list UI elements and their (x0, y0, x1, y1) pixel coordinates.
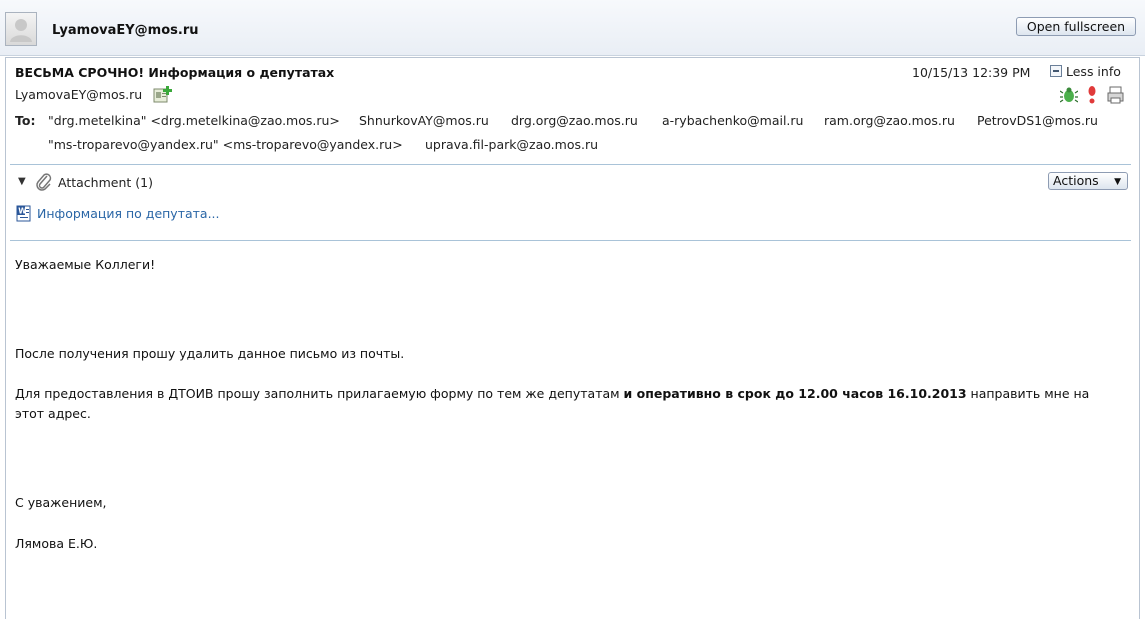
body-paragraph: Для предоставления в ДТОИВ прошу заполни… (15, 384, 1115, 424)
print-icon[interactable] (1107, 86, 1125, 107)
word-document-icon[interactable]: W (16, 205, 31, 225)
attachment-count-label: Attachment (1) (58, 175, 153, 190)
body-divider (10, 240, 1131, 241)
body-paragraph: После получения прошу удалить данное пис… (15, 346, 405, 361)
priority-icon[interactable] (1086, 86, 1098, 107)
chevron-down-icon: ▼ (1114, 177, 1121, 187)
recipient[interactable]: "drg.metelkina" <drg.metelkina@zao.mos.r… (48, 113, 340, 128)
recipient[interactable]: uprava.fil-park@zao.mos.ru (425, 137, 598, 152)
sender-name: LyamovaEY@mos.ru (52, 23, 199, 38)
message-datetime: 10/15/13 12:39 PM (912, 65, 1031, 80)
avatar (5, 12, 37, 46)
add-contact-icon[interactable] (153, 86, 173, 107)
open-fullscreen-button[interactable]: Open fullscreen (1016, 17, 1136, 36)
from-address[interactable]: LyamovaEY@mos.ru (15, 87, 142, 102)
body-signature: Лямова Е.Ю. (15, 536, 98, 551)
recipient[interactable]: drg.org@zao.mos.ru (511, 113, 638, 128)
recipient[interactable]: PetrovDS1@mos.ru (977, 113, 1098, 128)
to-label: To: (15, 113, 36, 128)
recipient[interactable]: ShnurkovAY@mos.ru (359, 113, 489, 128)
recipient[interactable]: ram.org@zao.mos.ru (824, 113, 955, 128)
body-text-segment: Для предоставления в ДТОИВ прошу заполни… (15, 386, 624, 401)
body-closing: С уважением, (15, 495, 107, 510)
bug-icon[interactable] (1059, 86, 1079, 107)
less-info-label: Less info (1066, 64, 1121, 79)
avatar-placeholder-icon (10, 19, 32, 42)
recipient[interactable]: a-rybachenko@mail.ru (662, 113, 803, 128)
message-header-bar: LyamovaEY@mos.ru Open fullscreen (0, 0, 1145, 56)
less-info-toggle[interactable]: Less info (1050, 64, 1121, 79)
svg-text:W: W (18, 207, 27, 216)
actions-label: Actions (1053, 173, 1099, 188)
attachments-expand-toggle[interactable]: ▼ (18, 176, 26, 187)
attachment-file-link[interactable]: Информация по депутата... (37, 206, 220, 221)
body-bold-deadline: и оперативно в срок до 12.00 часов 16.10… (623, 386, 967, 401)
header-divider (10, 164, 1131, 165)
message-subject: ВЕСЬМА СРОЧНО! Информация о депутатах (15, 65, 335, 80)
actions-dropdown-button[interactable]: Actions ▼ (1048, 172, 1128, 190)
collapse-icon (1050, 65, 1062, 77)
body-greeting: Уважаемые Коллеги! (15, 257, 156, 272)
recipient[interactable]: "ms-troparevo@yandex.ru" <ms-troparevo@y… (48, 137, 403, 152)
paperclip-icon (35, 172, 53, 195)
